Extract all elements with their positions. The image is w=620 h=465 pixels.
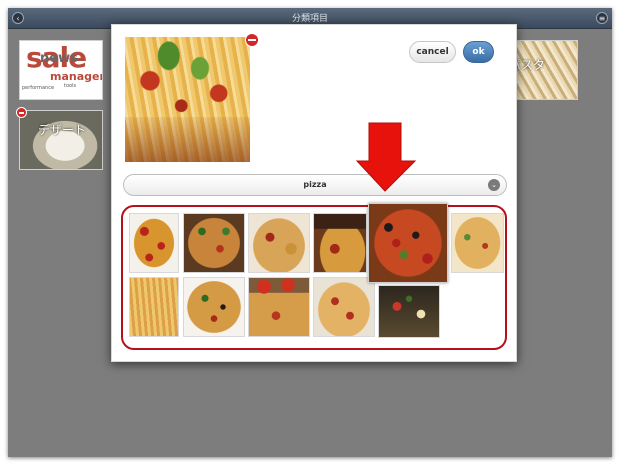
thumbnail-image-selected[interactable] [368,203,448,283]
tile-label-dessert: デザート [38,123,87,137]
thumbnail-image[interactable] [183,213,245,273]
thumbnail-image[interactable] [248,277,310,337]
remove-image-icon[interactable] [245,33,259,47]
pointer-arrow-icon [355,122,417,192]
tile-word-news: news [40,51,78,66]
thumbnail-image[interactable] [129,277,179,337]
window-title: 分類項目 [291,14,328,24]
tile-word-tools: tools [64,83,77,89]
category-select[interactable]: pizza ⌄ [123,174,507,196]
chevron-down-icon: ⌄ [488,179,500,191]
menu-button[interactable]: ≡ [596,12,608,24]
image-picker-dialog: cancel ok pizza ⌄ [111,24,517,362]
thumbnail-image[interactable] [129,213,179,273]
tile-word-performance: performance [22,85,55,91]
thumbnail-image[interactable] [378,285,440,338]
category-tile-dessert[interactable]: デザート [19,110,103,170]
selected-image-preview [125,37,250,162]
category-tile-pasta[interactable]: パスタ [508,40,578,100]
category-select-value: pizza [303,180,327,189]
thumbnail-image[interactable] [248,213,310,273]
category-tile-sale[interactable]: sale news manageme performance tools [19,40,103,100]
cancel-button[interactable]: cancel [409,41,456,63]
remove-badge-icon[interactable] [16,107,27,118]
ok-button[interactable]: ok [463,41,494,63]
app-window: ‹ 分類項目 ≡ sale news manageme performance … [8,8,612,457]
list-icon: ≡ [598,14,606,23]
thumbnail-image[interactable] [313,277,375,337]
thumbnail-image[interactable] [451,213,504,273]
thumbnail-image[interactable] [313,213,367,273]
thumbnail-image[interactable] [183,277,245,337]
tile-word-manageme: manageme [50,70,102,83]
